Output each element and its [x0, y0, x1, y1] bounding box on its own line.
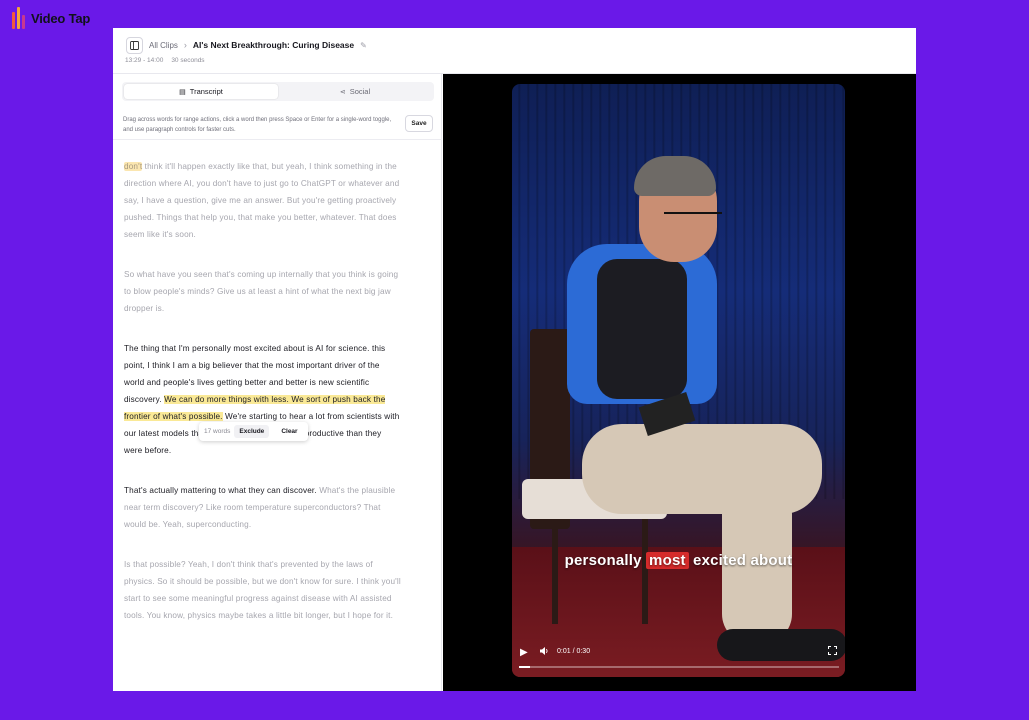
- brand-name: Video Tap: [31, 10, 91, 26]
- sidebar-toggle-icon[interactable]: [126, 37, 143, 54]
- tab-social-label: Social: [349, 87, 371, 96]
- pencil-icon[interactable]: ✎: [360, 41, 367, 50]
- transcript-panel: ▤ Transcript ⋖ Social Drag across words …: [113, 74, 442, 691]
- save-button[interactable]: Save: [405, 115, 433, 132]
- share-icon: ⋖: [339, 88, 346, 96]
- speaker-vest: [597, 259, 687, 399]
- chair-leg: [552, 514, 558, 624]
- video-progress-fill: [519, 666, 530, 668]
- tab-transcript-label: Transcript: [189, 87, 223, 96]
- tab-transcript[interactable]: ▤ Transcript: [124, 84, 278, 99]
- speaker-glasses: [664, 212, 722, 222]
- transcript-paragraph[interactable]: So what have you seen that's coming up i…: [124, 266, 402, 317]
- selection-popover: 17 words Exclude Clear: [199, 422, 308, 441]
- video-player[interactable]: personally most excited about ▶ 0:01 / 0…: [512, 84, 845, 677]
- video-controls: ▶ 0:01 / 0:30: [512, 641, 845, 677]
- exclude-button[interactable]: Exclude: [234, 425, 270, 438]
- caption-text: personally: [564, 552, 647, 569]
- transcript-icon: ▤: [179, 88, 186, 96]
- video-panel: personally most excited about ▶ 0:01 / 0…: [443, 74, 916, 691]
- play-icon[interactable]: ▶: [520, 647, 528, 658]
- clear-button[interactable]: Clear: [276, 425, 302, 438]
- clip-time-range: 13:29 - 14:00: [125, 57, 164, 64]
- chair-leg: [642, 514, 648, 624]
- help-text: Drag across words for range actions, cli…: [123, 117, 392, 133]
- word-count: 17 words: [204, 428, 231, 435]
- caption-highlight-word: most: [646, 552, 689, 569]
- clip-meta: 13:29 - 14:00 30 seconds: [125, 57, 205, 64]
- speaker-hair: [634, 156, 716, 196]
- breadcrumb-separator: ›: [183, 40, 187, 50]
- editor-window: All Clips › AI's Next Breakthrough: Curi…: [113, 28, 916, 691]
- transcript-paragraph[interactable]: The thing that I'm personally most excit…: [124, 340, 402, 459]
- selected-word[interactable]: don't: [124, 162, 143, 171]
- top-bar: All Clips › AI's Next Breakthrough: Curi…: [113, 28, 916, 74]
- paragraph-text[interactable]: think it'll happen exactly like that, bu…: [124, 162, 399, 239]
- divider: [113, 139, 442, 140]
- paragraph-text[interactable]: Is that possible? Yeah, I don't think th…: [124, 560, 401, 620]
- tab-social[interactable]: ⋖ Social: [278, 84, 432, 99]
- caption-text: excited about: [688, 552, 793, 569]
- tab-bar: ▤ Transcript ⋖ Social: [122, 82, 434, 101]
- video-progress-bar[interactable]: [519, 666, 839, 668]
- fullscreen-icon[interactable]: [827, 645, 838, 658]
- volume-icon[interactable]: [539, 646, 549, 659]
- transcript-text: don't think it'll happen exactly like th…: [124, 158, 402, 647]
- breadcrumb: All Clips › AI's Next Breakthrough: Curi…: [149, 40, 367, 50]
- paragraph-text[interactable]: So what have you seen that's coming up i…: [124, 270, 398, 313]
- video-time: 0:01 / 0:30: [557, 648, 591, 655]
- transcript-paragraph[interactable]: don't think it'll happen exactly like th…: [124, 158, 402, 243]
- breadcrumb-all-clips[interactable]: All Clips: [149, 41, 178, 50]
- video-caption: personally most excited about: [512, 552, 845, 569]
- transcript-paragraph[interactable]: That's actually mattering to what they c…: [124, 482, 402, 533]
- clip-duration: 30 seconds: [171, 57, 205, 64]
- paragraph-text[interactable]: That's actually mattering to what they c…: [124, 486, 317, 495]
- video-tap-logo-icon: [12, 7, 26, 29]
- brand: Video Tap: [12, 7, 90, 29]
- clip-title: AI's Next Breakthrough: Curing Disease: [192, 40, 355, 50]
- transcript-paragraph[interactable]: Is that possible? Yeah, I don't think th…: [124, 556, 402, 624]
